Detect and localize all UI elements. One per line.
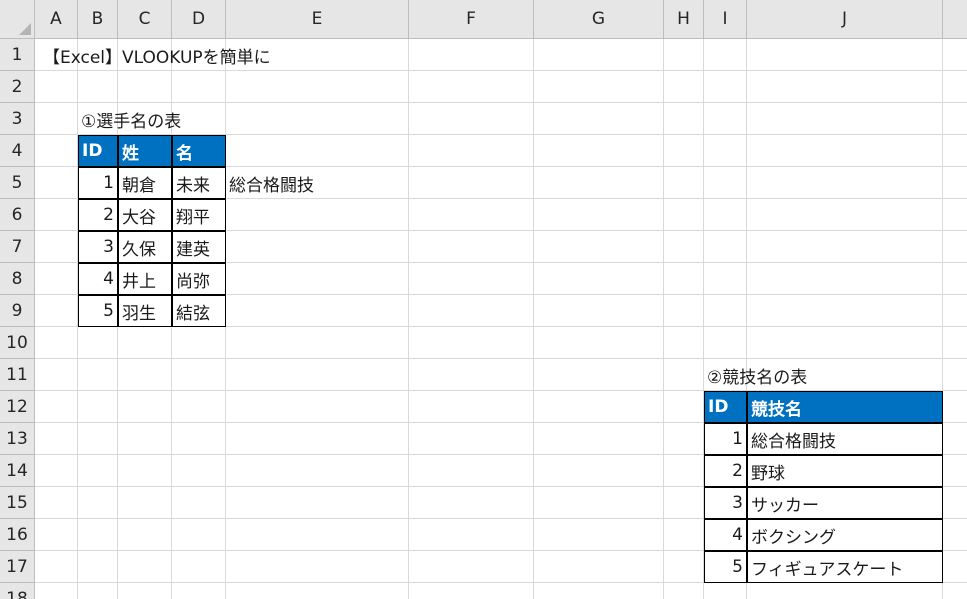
table1-cell-mei[interactable]: 結弦 [172,295,226,327]
table1-cell-sei[interactable]: 朝倉 [118,167,172,199]
table1-cell-id[interactable]: 4 [78,263,118,295]
row-header-8[interactable]: 8 [0,263,35,295]
table1-cell-mei[interactable]: 建英 [172,231,226,263]
table2-cell-name[interactable]: ボクシング [747,519,943,551]
table1-cell-mei[interactable]: 翔平 [172,199,226,231]
table2-header-name[interactable]: 競技名 [747,391,943,423]
table1-cell-id[interactable]: 1 [78,167,118,199]
row-header-18[interactable]: 18 [0,583,35,599]
row-header-3[interactable]: 3 [0,103,35,135]
table1-cell-id[interactable]: 3 [78,231,118,263]
row-header-12[interactable]: 12 [0,391,35,423]
column-header-f[interactable]: F [409,0,534,39]
table1-cell-sei[interactable]: 久保 [118,231,172,263]
table2-cell-id[interactable]: 3 [704,487,747,519]
column-header-h[interactable]: H [664,0,704,39]
table2-cell-name[interactable]: フィギュアスケート [747,551,943,583]
table2-header-id[interactable]: ID [704,391,747,423]
row-header-11[interactable]: 11 [0,359,35,391]
row-header-9[interactable]: 9 [0,295,35,327]
column-header-g[interactable]: G [534,0,664,39]
row-header-6[interactable]: 6 [0,199,35,231]
column-header-d[interactable]: D [172,0,226,39]
gridline-v [408,39,409,599]
table1-cell-sei[interactable]: 大谷 [118,199,172,231]
gridline-v [663,39,664,599]
row-header-10[interactable]: 10 [0,327,35,359]
table2-cell-id[interactable]: 1 [704,423,747,455]
column-header-e[interactable]: E [226,0,409,39]
spreadsheet[interactable]: ABCDEFGHIJK123456789101112131415161718【E… [0,0,967,599]
cell-e5-sport[interactable]: 総合格闘技 [226,167,409,199]
table1-header-id[interactable]: ID [78,135,118,167]
column-header-j[interactable]: J [747,0,943,39]
row-header-17[interactable]: 17 [0,551,35,583]
table1-cell-id[interactable]: 5 [78,295,118,327]
table1-header-mei[interactable]: 名 [172,135,226,167]
column-header-a[interactable]: A [35,0,78,39]
table2-cell-name[interactable]: 野球 [747,455,943,487]
table1-caption: ①選手名の表 [81,111,182,132]
row-header-1[interactable]: 1 [0,39,35,71]
table2-cell-name[interactable]: 総合格闘技 [747,423,943,455]
row-header-2[interactable]: 2 [0,71,35,103]
column-header-k[interactable]: K [943,0,967,39]
table2-cell-id[interactable]: 2 [704,455,747,487]
row-header-16[interactable]: 16 [0,519,35,551]
table1-cell-id[interactable]: 2 [78,199,118,231]
row-header-5[interactable]: 5 [0,167,35,199]
table1-header-sei[interactable]: 姓 [118,135,172,167]
select-all-triangle-icon [19,23,31,35]
gridline-v [533,39,534,599]
table1-cell-mei[interactable]: 未来 [172,167,226,199]
row-header-4[interactable]: 4 [0,135,35,167]
table2-cell-name[interactable]: サッカー [747,487,943,519]
column-header-c[interactable]: C [118,0,172,39]
row-header-7[interactable]: 7 [0,231,35,263]
row-header-15[interactable]: 15 [0,487,35,519]
table1-cell-mei[interactable]: 尚弥 [172,263,226,295]
column-header-b[interactable]: B [78,0,118,39]
row-header-14[interactable]: 14 [0,455,35,487]
sheet-title: 【Excel】VLOOKUPを簡単に [43,47,271,68]
table2-caption: ②競技名の表 [707,367,808,388]
table2-cell-id[interactable]: 4 [704,519,747,551]
table1-cell-sei[interactable]: 羽生 [118,295,172,327]
table1-cell-sei[interactable]: 井上 [118,263,172,295]
table2-cell-id[interactable]: 5 [704,551,747,583]
column-header-i[interactable]: I [704,0,747,39]
row-header-13[interactable]: 13 [0,423,35,455]
select-all-corner[interactable] [0,0,35,39]
